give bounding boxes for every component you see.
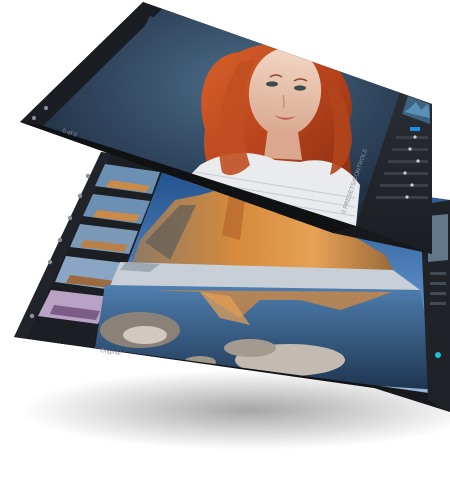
slider[interactable] [380, 184, 428, 187]
gear-icon[interactable] [29, 313, 35, 319]
grid-icon[interactable] [77, 193, 83, 199]
slider[interactable] [388, 160, 428, 163]
slider[interactable] [376, 196, 428, 199]
compare-icon[interactable] [435, 352, 441, 358]
preset-icon[interactable] [57, 237, 63, 243]
panel-tab[interactable] [410, 127, 420, 131]
gear-icon[interactable] [32, 116, 36, 120]
product-mockup: Original 0 of 0 0 PRESETS/CONTROLS [14, 2, 450, 450]
grid-icon[interactable] [44, 106, 48, 110]
slider-icon[interactable] [47, 259, 53, 265]
slider[interactable] [396, 136, 428, 139]
gear-icon[interactable] [85, 173, 91, 179]
histogram-icon[interactable] [67, 215, 73, 221]
